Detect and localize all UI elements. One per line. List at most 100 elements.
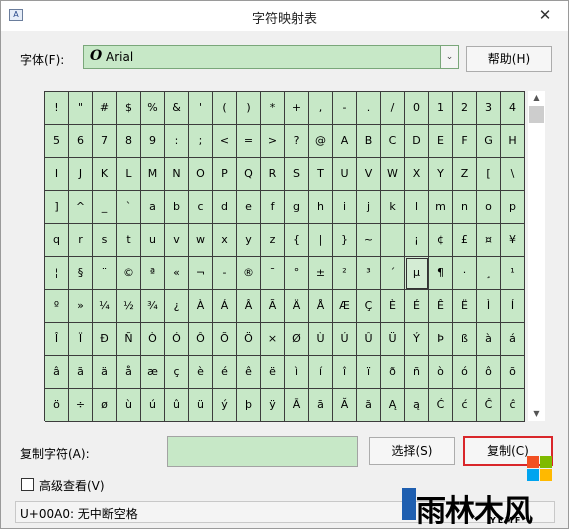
character-cell[interactable]: ÷ — [69, 389, 93, 422]
character-cell[interactable]: K — [93, 158, 117, 191]
character-cell[interactable]: í — [309, 356, 333, 389]
character-cell[interactable]: _ — [93, 191, 117, 224]
character-cell[interactable]: æ — [141, 356, 165, 389]
character-cell[interactable] — [381, 224, 405, 257]
character-cell[interactable]: ~ — [357, 224, 381, 257]
character-cell[interactable]: ĉ — [501, 389, 525, 422]
character-cell[interactable]: Ø — [285, 323, 309, 356]
character-cell[interactable]: Z — [453, 158, 477, 191]
character-cell[interactable]: $ — [117, 92, 141, 125]
character-cell[interactable]: Ã — [261, 290, 285, 323]
scroll-down-icon[interactable]: ▼ — [528, 407, 545, 421]
character-cell[interactable]: J — [69, 158, 93, 191]
character-cell[interactable]: ã — [69, 356, 93, 389]
character-cell[interactable]: Ă — [333, 389, 357, 422]
character-cell[interactable]: j — [357, 191, 381, 224]
character-cell[interactable]: F — [453, 125, 477, 158]
character-cell[interactable]: t — [117, 224, 141, 257]
character-cell[interactable]: Ü — [381, 323, 405, 356]
character-cell[interactable]: Ö — [237, 323, 261, 356]
character-cell[interactable]: ³ — [357, 257, 381, 290]
character-cell[interactable]: S — [285, 158, 309, 191]
character-cell[interactable]: # — [93, 92, 117, 125]
character-cell[interactable]: P — [213, 158, 237, 191]
character-cell[interactable]: < — [213, 125, 237, 158]
copy-characters-input[interactable] — [167, 436, 358, 467]
character-cell[interactable]: ¯ — [261, 257, 285, 290]
character-cell[interactable]: Û — [357, 323, 381, 356]
title-bar[interactable]: A 字符映射表 ✕ — [1, 1, 568, 31]
character-cell[interactable]: w — [189, 224, 213, 257]
character-cell[interactable]: g — [285, 191, 309, 224]
character-cell[interactable]: A — [333, 125, 357, 158]
character-cell[interactable]: L — [117, 158, 141, 191]
character-cell[interactable]: õ — [501, 356, 525, 389]
character-cell[interactable]: * — [261, 92, 285, 125]
character-cell[interactable]: û — [165, 389, 189, 422]
character-cell[interactable]: B — [357, 125, 381, 158]
character-cell[interactable]: × — [261, 323, 285, 356]
character-cell[interactable]: % — [141, 92, 165, 125]
character-cell[interactable]: ú — [141, 389, 165, 422]
character-cell[interactable]: ì — [285, 356, 309, 389]
character-cell[interactable]: ë — [261, 356, 285, 389]
character-cell[interactable]: + — [285, 92, 309, 125]
character-cell[interactable]: Ó — [165, 323, 189, 356]
character-cell[interactable]: Ô — [189, 323, 213, 356]
character-cell[interactable]: Å — [309, 290, 333, 323]
character-cell[interactable]: & — [165, 92, 189, 125]
character-cell[interactable]: 8 — [117, 125, 141, 158]
character-cell[interactable]: ć — [453, 389, 477, 422]
character-cell[interactable]: [ — [477, 158, 501, 191]
character-cell[interactable]: 9 — [141, 125, 165, 158]
character-cell[interactable]: 7 — [93, 125, 117, 158]
character-cell[interactable]: Ñ — [117, 323, 141, 356]
character-cell[interactable]: a — [141, 191, 165, 224]
character-cell[interactable]: s — [93, 224, 117, 257]
character-cell[interactable]: ó — [453, 356, 477, 389]
character-cell[interactable]: Ý — [405, 323, 429, 356]
character-cell[interactable]: } — [333, 224, 357, 257]
character-cell[interactable]: ä — [93, 356, 117, 389]
character-grid[interactable]: ! " # $% & '() * +, -./0 1 2 3 4 5 6 7 8 9:; < = >? @ A B C D E F G H… — [44, 91, 525, 422]
character-cell[interactable]: ? — [285, 125, 309, 158]
character-cell[interactable]: ö — [45, 389, 69, 422]
character-cell[interactable]: C — [381, 125, 405, 158]
character-cell[interactable]: ° — [285, 257, 309, 290]
character-cell[interactable]: T — [309, 158, 333, 191]
character-cell[interactable]: Æ — [333, 290, 357, 323]
character-cell[interactable]: ¬ — [189, 257, 213, 290]
character-cell[interactable]: Ā — [285, 389, 309, 422]
character-cell[interactable]: Ò — [141, 323, 165, 356]
character-cell[interactable]: = — [237, 125, 261, 158]
character-cell[interactable]: k — [381, 191, 405, 224]
character-cell[interactable]: ´ — [381, 257, 405, 290]
character-cell[interactable]: e — [237, 191, 261, 224]
character-cell[interactable]: N — [165, 158, 189, 191]
character-cell[interactable]: Í — [501, 290, 525, 323]
character-cell[interactable]: à — [477, 323, 501, 356]
chevron-down-icon[interactable]: ⌄ — [440, 46, 458, 68]
character-cell[interactable]: ç — [165, 356, 189, 389]
advanced-view-checkbox[interactable] — [21, 478, 34, 491]
character-cell[interactable]: D — [405, 125, 429, 158]
character-cell[interactable]: © — [117, 257, 141, 290]
character-cell[interactable]: G — [477, 125, 501, 158]
character-cell[interactable]: I — [45, 158, 69, 191]
character-cell[interactable]: þ — [237, 389, 261, 422]
character-cell[interactable]: « — [165, 257, 189, 290]
character-cell[interactable]: r — [69, 224, 93, 257]
character-cell[interactable]: h — [309, 191, 333, 224]
character-cell[interactable]: § — [69, 257, 93, 290]
character-cell[interactable]: - — [213, 257, 237, 290]
character-cell[interactable]: b — [165, 191, 189, 224]
character-cell[interactable]: ù — [117, 389, 141, 422]
character-cell[interactable]: Ä — [285, 290, 309, 323]
character-cell[interactable]: Â — [237, 290, 261, 323]
scrollbar[interactable]: ▲ ▼ — [528, 91, 545, 421]
character-cell[interactable]: ÿ — [261, 389, 285, 422]
character-cell[interactable]: Ç — [357, 290, 381, 323]
character-cell[interactable]: Ì — [477, 290, 501, 323]
character-cell[interactable]: i — [333, 191, 357, 224]
character-cell[interactable]: ï — [357, 356, 381, 389]
